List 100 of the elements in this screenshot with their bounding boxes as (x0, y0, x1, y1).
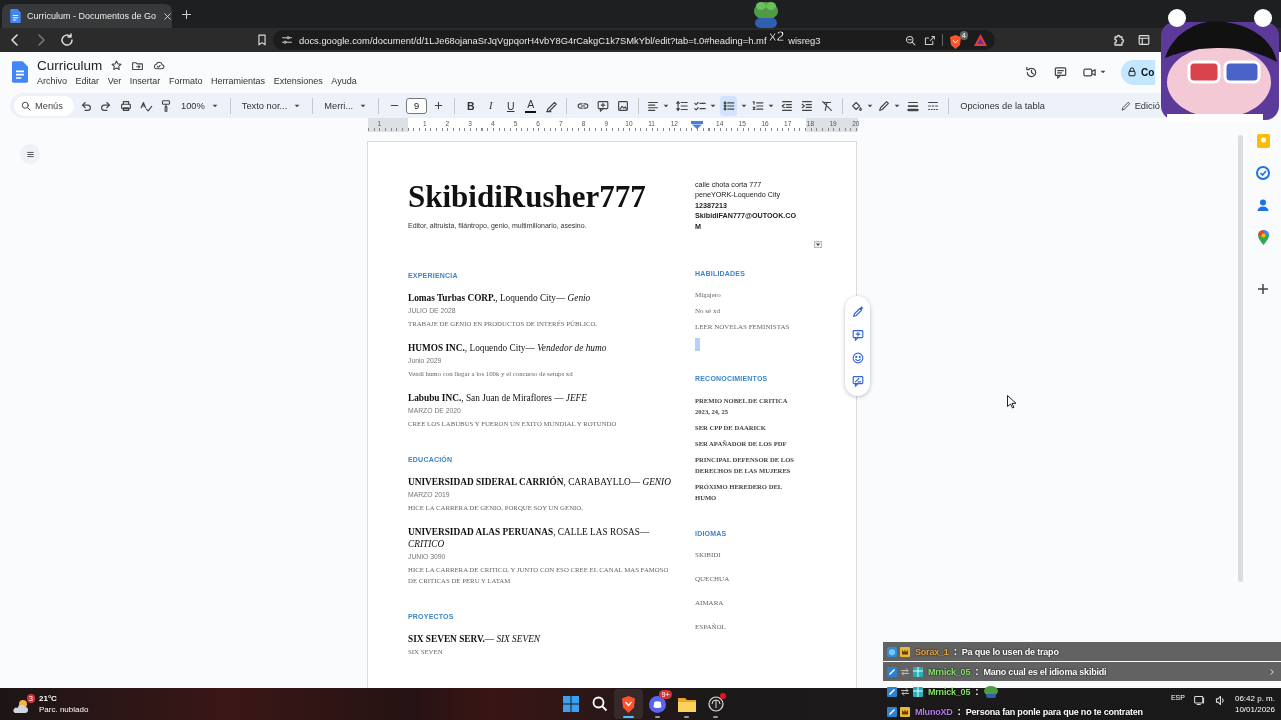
chat-text: Pa que lo usen de trapo (961, 646, 1059, 657)
format-button[interactable]: A (522, 95, 540, 116)
chat-separator: : (952, 646, 958, 657)
menu-item[interactable]: Ver (107, 76, 122, 86)
menu-item[interactable]: Editar (75, 76, 100, 86)
docs-logo-icon (12, 61, 28, 83)
indent-marker-icon[interactable] (690, 121, 703, 129)
shield-icon[interactable] (621, 695, 636, 713)
menu-item[interactable]: Archivo (37, 76, 67, 86)
weather-icon[interactable] (12, 698, 30, 714)
close-icon[interactable] (162, 10, 174, 22)
docs-icon (10, 9, 21, 23)
volume-icon[interactable] (1213, 694, 1227, 707)
resume-name: SkibidiRusher777 (408, 180, 647, 214)
entry-title: UNIVERSIDAD SIDERAL CARRIÓN, CARABAYLLO— GENIO (408, 476, 672, 488)
plus-icon[interactable] (1257, 283, 1269, 295)
badge-icon (913, 686, 923, 697)
emote-drawing (751, 0, 781, 28)
reload-icon[interactable] (59, 32, 75, 48)
browser-tab[interactable]: Curriculum - Documentos de Go (2, 4, 172, 28)
network-icon[interactable] (1192, 694, 1206, 707)
cloud-icon[interactable] (152, 59, 166, 72)
menu-item[interactable]: Ayuda (331, 76, 357, 86)
scrollbar-thumb[interactable] (1238, 135, 1243, 582)
chat-username: Mrnick_05 (928, 666, 971, 677)
font-size-field[interactable]: 9 (406, 97, 428, 114)
font-dropdown[interactable]: Merri... (320, 95, 372, 116)
badge-icon (900, 706, 910, 717)
zoom-icon[interactable] (904, 33, 917, 47)
bookmark-icon[interactable] (255, 33, 269, 47)
new-tab-icon[interactable] (180, 7, 193, 21)
menu-item[interactable]: Herramientas (211, 76, 266, 86)
chat-app-icon[interactable] (649, 695, 666, 713)
map-pin-icon[interactable] (1257, 230, 1269, 245)
extensions-icon[interactable] (1111, 32, 1127, 48)
numbered-list-icon[interactable] (751, 98, 766, 113)
badge-icon (900, 646, 910, 657)
entry-title: Lomas Turbas CORP., Loquendo City— Genio (408, 292, 592, 304)
sidebar-icon[interactable] (1137, 33, 1151, 47)
history-icon[interactable] (1024, 64, 1039, 80)
entry-title: SIX SEVEN SERV.— SIX SEVEN (408, 633, 541, 645)
badge-icon (887, 706, 897, 717)
share-icon[interactable] (923, 33, 936, 47)
suggest-edit-icon[interactable] (850, 373, 865, 388)
cursor-icon (1007, 395, 1016, 409)
tasks-icon[interactable] (1256, 166, 1270, 180)
triangle-icon[interactable] (974, 34, 987, 46)
style-dropdown[interactable]: Texto nor... (237, 95, 306, 116)
chat-text: Persona fan ponle para que no te contraten (965, 706, 1143, 717)
format-button[interactable]: B (462, 95, 480, 116)
menu-item[interactable]: Extensiones (273, 76, 323, 86)
circle-app-icon[interactable] (707, 696, 724, 712)
entry-title: UNIVERSIDAD ALAS PERUANAS, CALLE LAS ROSAS— CRITICO (408, 526, 651, 550)
mode-dropdown[interactable]: Edició (1115, 95, 1164, 116)
emoji-icon[interactable] (850, 350, 865, 365)
chat-separator: : (974, 686, 980, 697)
emote-icon (983, 685, 1000, 698)
entry-title: Labubu INC., San Juan de Miraflores — JEFE (408, 392, 588, 404)
share-button[interactable]: Co (1121, 59, 1155, 85)
folder-icon[interactable] (677, 696, 696, 712)
zoom-dropdown[interactable]: 100% (177, 95, 223, 116)
dropdown-icon[interactable] (814, 241, 822, 248)
star-icon[interactable] (110, 59, 124, 72)
chat-text: Mano cual es el idioma skibidi (983, 666, 1107, 677)
folder-icon[interactable] (131, 59, 145, 72)
search-field[interactable]: Menús (14, 95, 74, 116)
document-title[interactable]: Curriculum (37, 58, 103, 73)
emote-count: x2 (768, 28, 785, 44)
search-icon[interactable] (591, 696, 608, 712)
site-info-icon[interactable] (281, 34, 293, 46)
pencil-icon[interactable] (1119, 99, 1132, 112)
entry-title: HUMOS INC., Loquendo City— Vendedor de humo (408, 342, 608, 354)
chat-separator: : (974, 666, 980, 677)
table-options-button[interactable]: Opciones de la tabla (956, 95, 1049, 116)
start-icon[interactable] (562, 696, 579, 712)
format-button[interactable]: I (482, 95, 500, 116)
ai-edit-icon[interactable] (850, 304, 865, 319)
url-text[interactable]: wisreg3 (788, 34, 821, 46)
menu-item[interactable]: Insertar (129, 76, 161, 86)
badge-icon (887, 666, 897, 677)
taskbar-app[interactable] (614, 689, 643, 719)
chat-separator: : (956, 706, 962, 717)
search-icon[interactable] (20, 99, 32, 112)
badge-icon (887, 646, 897, 657)
chat-username: MlunoXD (915, 706, 953, 717)
comments-icon[interactable] (1053, 64, 1068, 80)
chat-username: Sorax_1 (915, 646, 949, 657)
lock-icon[interactable] (1126, 66, 1138, 78)
format-button[interactable]: U (502, 95, 520, 116)
badge-icon (913, 666, 923, 677)
weather-condition: Parc. nublado (39, 704, 89, 715)
add-comment-icon[interactable] (850, 327, 865, 342)
badge-icon (900, 686, 910, 697)
menu-item[interactable]: Formato (168, 76, 203, 86)
chat-username: Mrnick_05 (928, 686, 971, 697)
contacts-icon[interactable] (1256, 198, 1270, 212)
temperature: 21°C (39, 693, 58, 704)
url-text[interactable]: docs.google.com/document/d/1LJe68ojanaSrJqVgpqorH4vbY8G4rCakgC1k7SMkYbl/edit?tab=t.0#heading=h.mf (299, 34, 767, 46)
border-color-icon[interactable] (877, 98, 892, 113)
clock[interactable]: 06:42 p. m. 10/01/2026 (1234, 693, 1275, 715)
